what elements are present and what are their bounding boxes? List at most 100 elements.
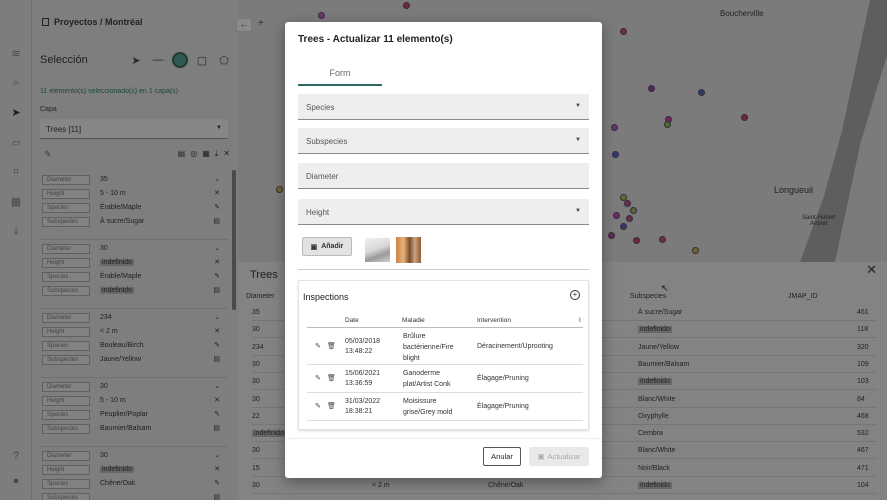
tree-marker[interactable] <box>741 114 748 121</box>
trash-icon[interactable]: 🗑 <box>327 342 336 350</box>
layers-icon[interactable]: ≋ <box>9 46 23 60</box>
subspecies-select[interactable]: Subspecies ▼ <box>298 128 589 154</box>
edit-icon[interactable]: ✎ <box>214 272 220 280</box>
target-icon[interactable]: ◎ <box>190 149 197 159</box>
export-icon[interactable]: ⤓ <box>215 149 219 159</box>
species-select[interactable]: Species ▼ <box>298 94 589 120</box>
photo-thumbnail[interactable] <box>396 237 421 263</box>
polygon-tool-icon[interactable]: ⬠ <box>216 52 232 68</box>
chevron-down-icon[interactable]: ⌄ <box>214 451 220 459</box>
cell-diameter: 35 <box>252 309 260 316</box>
close-icon[interactable]: ✕ <box>214 465 220 473</box>
edit-icon[interactable]: ✎ <box>214 341 220 349</box>
add-icon[interactable]: + <box>258 18 272 32</box>
close-icon[interactable]: ✕ <box>866 262 877 278</box>
trash-icon[interactable]: 🗑 <box>327 402 336 410</box>
records-toolbar: ✎ ▤ ◎ ▦ ⤓ ✕ <box>44 149 230 161</box>
close-icon[interactable]: ✕ <box>214 258 220 266</box>
record-field: Diameter 30 ⌄ <box>42 451 222 462</box>
edit-icon[interactable]: ✎ <box>315 342 321 350</box>
update-dialog: Trees - Actualizar 11 elemento(s) Form S… <box>285 22 602 478</box>
project-title: Proyectos / Montréal <box>54 17 143 27</box>
line-tool-icon[interactable]: — <box>150 52 166 68</box>
close-icon[interactable]: ✕ <box>223 149 230 159</box>
chevron-down-icon[interactable]: ⌄ <box>214 313 220 321</box>
edit-icon[interactable]: ✎ <box>315 402 321 410</box>
tree-marker[interactable] <box>626 215 633 222</box>
col-diameter[interactable]: Diameter <box>246 293 274 300</box>
cursor-icon[interactable]: ➤ <box>9 105 23 119</box>
inspection-maladie: Brûlure bactérienne/Fire blight <box>403 333 454 362</box>
tree-marker[interactable] <box>608 232 615 239</box>
capa-select[interactable]: Trees [11] ▼ <box>40 119 228 139</box>
field-name: Subspecies <box>42 493 90 500</box>
tree-marker[interactable] <box>698 89 705 96</box>
edit-icon[interactable]: ✎ <box>315 374 321 382</box>
close-icon[interactable]: ✕ <box>214 189 220 197</box>
trash-icon[interactable]: 🗑 <box>327 374 336 382</box>
tree-marker[interactable] <box>613 212 620 219</box>
document-icon[interactable]: ▤ <box>178 149 186 159</box>
back-arrow-icon[interactable]: ← <box>236 18 252 32</box>
close-icon[interactable]: ✕ <box>214 327 220 335</box>
edit-icon[interactable]: ✎ <box>214 479 220 487</box>
download-icon[interactable]: ⤓ <box>9 224 23 238</box>
table-row[interactable]: 30 indefinido 104 < 2 m Chêne/Oak <box>252 477 877 494</box>
tree-marker[interactable] <box>318 12 325 19</box>
map-label-boucherville: Boucherville <box>720 9 764 18</box>
tree-marker[interactable] <box>633 237 640 244</box>
tab-form[interactable]: Form <box>298 68 382 86</box>
document-icon[interactable]: ▤ <box>213 493 220 500</box>
col-subspecies[interactable]: Subspecies <box>630 293 666 300</box>
add-photo-button[interactable]: ▣ Añadir <box>302 237 352 256</box>
tree-marker[interactable] <box>659 236 666 243</box>
rectangle-tool-icon[interactable]: ▢ <box>194 52 210 68</box>
edit-icon[interactable]: ✎ <box>44 149 52 160</box>
cancel-button[interactable]: Anular <box>483 447 521 466</box>
update-button[interactable]: ▣ Actualizar <box>529 447 589 466</box>
inspections-title: Inspections <box>303 292 349 302</box>
add-circle-icon[interactable]: + <box>570 290 580 300</box>
photo-thumbnail[interactable] <box>365 238 390 262</box>
map-icon[interactable]: ▦ <box>9 194 23 208</box>
map-label-longueuil: Longueuil <box>774 185 814 195</box>
document-icon[interactable]: ▤ <box>213 217 220 225</box>
pointer-tool-icon[interactable]: ➤ <box>128 52 144 68</box>
record-field: Height 5 - 10 m ✕ <box>42 396 222 407</box>
edit-icon[interactable]: ✎ <box>214 410 220 418</box>
chevron-down-icon[interactable]: ⌄ <box>214 382 220 390</box>
chevron-down-icon[interactable]: ⌄ <box>214 175 220 183</box>
project-breadcrumb[interactable]: Proyectos / Montréal <box>42 17 143 27</box>
chevron-down-icon[interactable]: ⌄ <box>214 244 220 252</box>
circle-tool-icon[interactable] <box>172 52 188 68</box>
tree-marker[interactable] <box>630 207 637 214</box>
document-icon[interactable]: ▤ <box>213 286 220 294</box>
document-icon[interactable]: ▤ <box>213 355 220 363</box>
tree-marker[interactable] <box>648 85 655 92</box>
search-icon[interactable]: ⌕ <box>9 76 23 90</box>
tree-marker[interactable] <box>620 28 627 35</box>
tree-marker[interactable] <box>611 124 618 131</box>
height-select[interactable]: Height ▼ <box>298 199 589 225</box>
scrollbar[interactable] <box>232 170 236 310</box>
tree-marker[interactable] <box>612 151 619 158</box>
cell-jmap-id: 104 <box>857 482 869 489</box>
tree-marker[interactable] <box>620 223 627 230</box>
user-icon[interactable]: ● <box>9 474 23 488</box>
table-icon[interactable]: ▦ <box>202 149 210 159</box>
col-jmap-id[interactable]: JMAP_ID <box>788 293 818 300</box>
close-icon[interactable]: ✕ <box>214 396 220 404</box>
tree-marker[interactable] <box>276 186 283 193</box>
tree-marker[interactable] <box>664 121 671 128</box>
edit-icon[interactable]: ✎ <box>214 203 220 211</box>
document-icon[interactable]: ▤ <box>213 424 220 432</box>
crop-icon[interactable]: ⌗ <box>9 165 23 179</box>
diameter-input[interactable]: Diameter <box>298 163 589 189</box>
tree-marker[interactable] <box>624 200 631 207</box>
ruler-icon[interactable]: ▱ <box>9 135 23 149</box>
field-value: Bouleau/Birch <box>100 342 144 349</box>
tree-marker[interactable] <box>403 2 410 9</box>
tree-marker[interactable] <box>692 247 699 254</box>
selection-count: 11 elemento(s) seleccionado(s) en 1 capa… <box>40 88 178 95</box>
help-icon[interactable]: ? <box>9 449 23 463</box>
